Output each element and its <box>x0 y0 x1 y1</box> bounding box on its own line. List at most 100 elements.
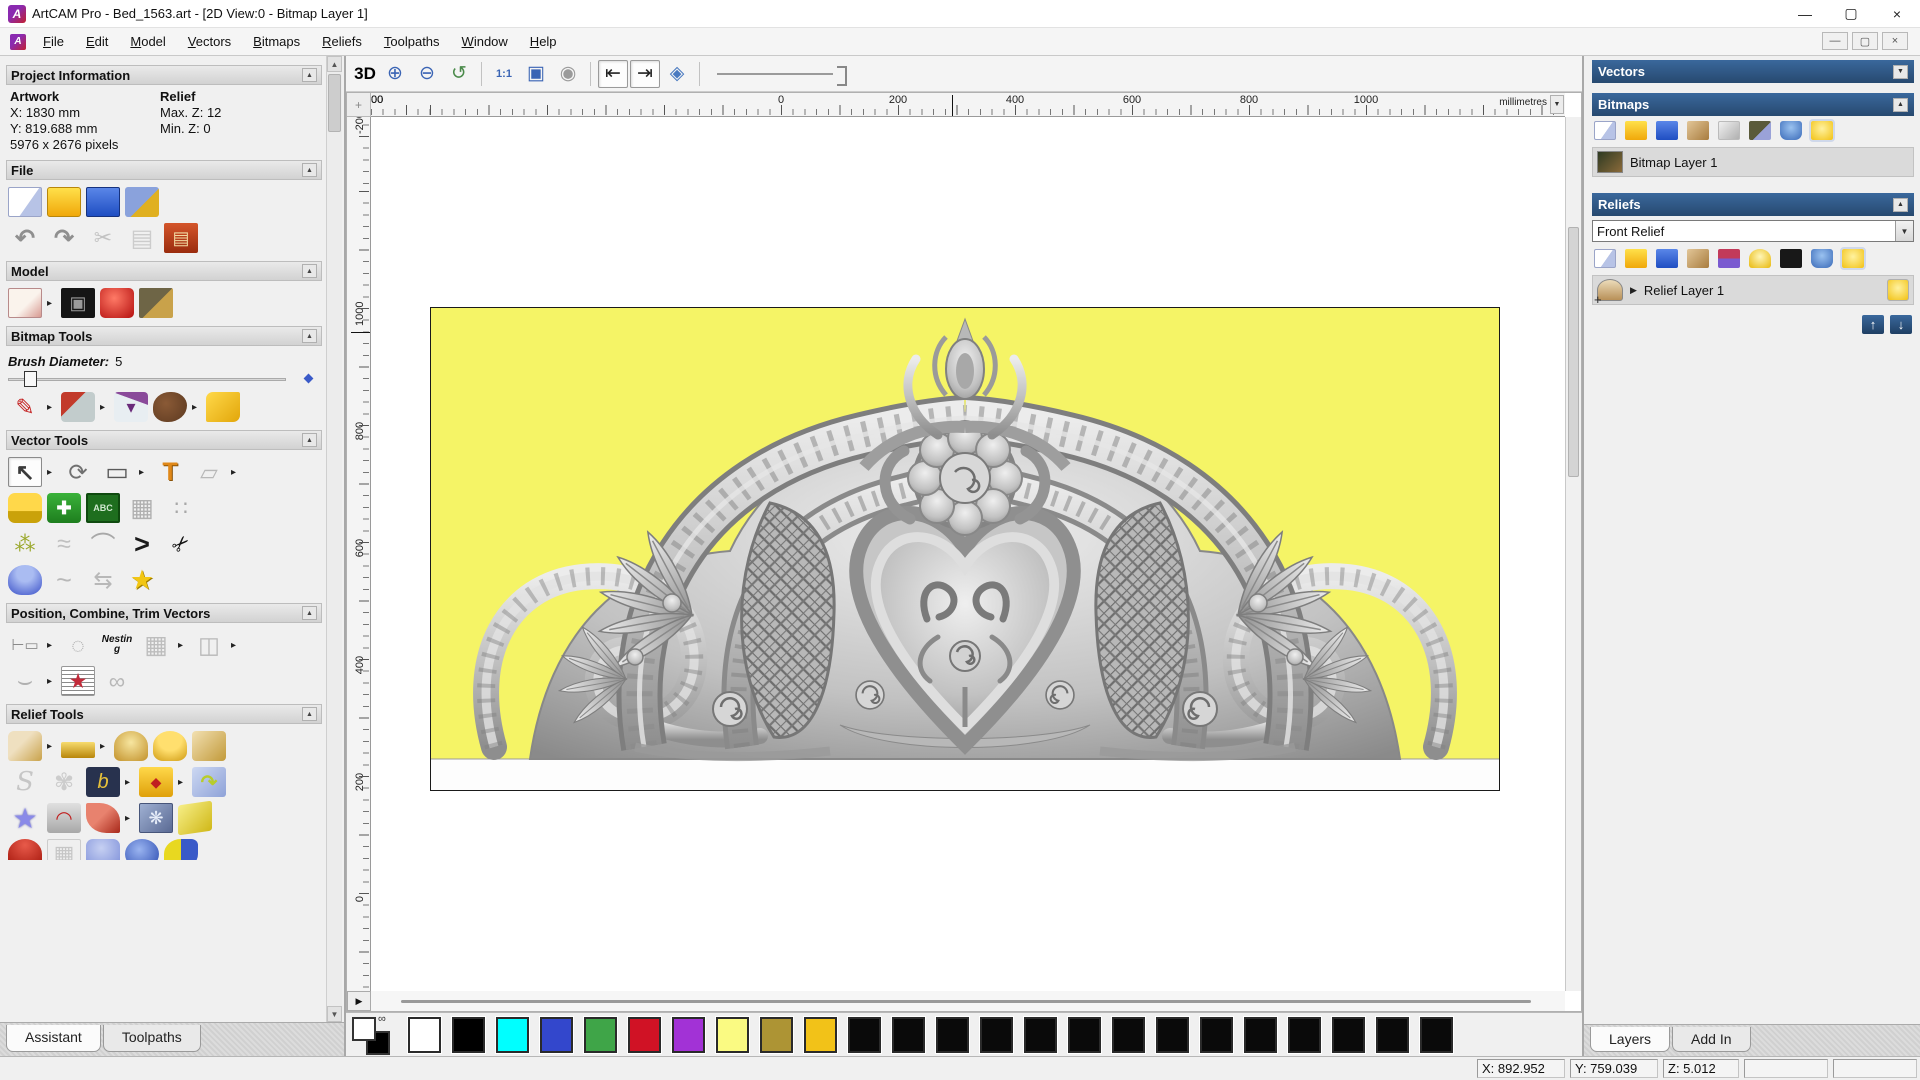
star-wizard-icon[interactable]: ★ <box>8 803 42 834</box>
vector-texture-icon[interactable]: ★ <box>61 666 95 696</box>
minimize-button[interactable]: — <box>1782 0 1828 27</box>
collapse-section-button[interactable]: ▲ <box>302 264 317 278</box>
flyout-arrow-icon[interactable]: ▸ <box>192 402 201 413</box>
paste-along-curve-icon[interactable]: ∷ <box>164 493 198 523</box>
collapse-section-button[interactable]: ▲ <box>302 68 317 82</box>
offset-relief-icon[interactable]: ◆ <box>139 767 173 797</box>
tab-assistant[interactable]: Assistant <box>6 1025 101 1052</box>
move-layer-down-button[interactable]: ↓ <box>1890 315 1912 334</box>
opacity-slider[interactable] <box>717 64 847 86</box>
swatch-black[interactable] <box>1331 1015 1366 1054</box>
flyout-arrow-icon[interactable]: ▸ <box>47 402 56 413</box>
free-polyline-icon[interactable]: ~ <box>47 565 81 595</box>
menu-edit[interactable]: Edit <box>75 30 119 53</box>
model-options-icon[interactable] <box>125 187 159 217</box>
menu-help[interactable]: Help <box>519 30 568 53</box>
copy-transform-relief-icon[interactable]: ↷ <box>192 767 226 797</box>
view-3d-button[interactable]: 3D <box>352 60 378 88</box>
collapse-section-button[interactable]: ▲ <box>302 163 317 177</box>
undo-icon[interactable]: ↶ <box>8 223 42 253</box>
ruler-options-button[interactable]: ▼ <box>1550 95 1564 114</box>
node-editing-icon[interactable]: ⁂ <box>8 529 42 559</box>
swatch-black[interactable] <box>1155 1015 1190 1054</box>
two-tone-relief-icon[interactable] <box>164 839 198 860</box>
bitmap-teddy-icon[interactable] <box>8 288 42 318</box>
new-model-icon[interactable] <box>8 187 42 217</box>
relief-combo-value[interactable]: Front Relief <box>1593 224 1895 239</box>
move-layer-up-button[interactable]: ↑ <box>1862 315 1884 334</box>
slider-thumb[interactable] <box>24 371 37 387</box>
nesting-icon[interactable]: Nesting <box>100 630 134 660</box>
swatch-black[interactable] <box>1243 1015 1278 1054</box>
open-relief-layer-icon[interactable] <box>1625 249 1647 268</box>
scale-relief-icon[interactable] <box>153 731 187 761</box>
zero-plane-icon[interactable] <box>61 741 95 758</box>
weld-vectors-icon[interactable]: ◫ <box>192 630 226 660</box>
flyout-arrow-icon[interactable]: ▸ <box>47 298 56 309</box>
add-relief-icon[interactable] <box>114 731 148 761</box>
expand-section-button[interactable]: ▼ <box>1893 64 1908 79</box>
new-bitmap-layer-icon[interactable] <box>1594 121 1616 140</box>
bitmap-layer-name[interactable]: Bitmap Layer 1 <box>1630 155 1717 170</box>
swatch-olive[interactable] <box>759 1015 794 1054</box>
swatch-purple[interactable] <box>671 1015 706 1054</box>
swatch-black[interactable] <box>1023 1015 1058 1054</box>
stack-relief-icon[interactable] <box>1718 249 1740 268</box>
vector-library-icon[interactable]: ABC <box>86 493 120 523</box>
child-close-button[interactable]: × <box>1882 32 1908 50</box>
swatch-black[interactable] <box>451 1015 486 1054</box>
create-rectangle-icon[interactable]: ▭ <box>100 457 134 487</box>
save-relief-layer-icon[interactable] <box>1656 249 1678 268</box>
align-vectors-icon[interactable]: ⊢▭ <box>8 630 42 660</box>
swatch-black[interactable] <box>1067 1015 1102 1054</box>
swatch-gold[interactable] <box>803 1015 838 1054</box>
toolbar-separator[interactable] <box>481 61 482 86</box>
swatch-blue[interactable] <box>539 1015 574 1054</box>
zoom-previous-icon[interactable]: ↺ <box>444 60 474 88</box>
flyout-arrow-icon[interactable]: ▸ <box>125 777 134 788</box>
flyout-arrow-icon[interactable]: ▸ <box>100 741 109 752</box>
slider-track[interactable] <box>8 378 286 381</box>
tab-add-in[interactable]: Add In <box>1672 1027 1751 1052</box>
zoom-in-icon[interactable]: ⊕ <box>380 60 410 88</box>
ruler-origin-button[interactable]: + <box>347 93 371 117</box>
menu-window[interactable]: Window <box>451 30 519 53</box>
block-copy-icon[interactable]: ▦ <box>139 630 173 660</box>
combo-dropdown-icon[interactable]: ▼ <box>1895 221 1913 241</box>
copy-icon[interactable]: ▤ <box>125 223 159 253</box>
text-on-curve-icon[interactable]: ◌ <box>61 630 95 660</box>
sphere-texture-icon[interactable] <box>125 839 159 860</box>
turn-relief-icon[interactable] <box>86 803 120 833</box>
flood-fill-icon[interactable] <box>61 392 95 422</box>
pane-expand-icon[interactable]: ▶ <box>347 991 371 1011</box>
open-bitmap-layer-icon[interactable] <box>1625 121 1647 140</box>
swatch-red[interactable] <box>627 1015 662 1054</box>
merge-layers-icon[interactable] <box>1718 121 1740 140</box>
create-arc-icon[interactable]: ⌒ <box>86 529 120 560</box>
paint-brush-icon[interactable]: ✎ <box>8 392 42 422</box>
close-button[interactable]: × <box>1874 0 1920 27</box>
bitmap-layer-row[interactable]: Bitmap Layer 1 <box>1592 147 1914 177</box>
delete-layer-icon[interactable] <box>1780 121 1802 140</box>
open-model-icon[interactable] <box>47 187 81 217</box>
distort-grid-icon[interactable]: ▦ <box>125 493 159 523</box>
texture-relief-icon[interactable]: ❋ <box>139 803 173 833</box>
menu-vectors[interactable]: Vectors <box>177 30 242 53</box>
flyout-arrow-icon[interactable]: ▸ <box>139 467 148 478</box>
flyout-arrow-icon[interactable]: ▸ <box>47 676 56 687</box>
relief-select-combo[interactable]: Front Relief ▼ <box>1592 220 1914 242</box>
transfer-bitmap-right-icon[interactable]: ⇥ <box>630 59 660 88</box>
weave-wizard-icon[interactable]: ✾ <box>47 767 81 797</box>
scrollbar-thumb[interactable] <box>328 74 341 132</box>
collapse-section-button[interactable]: ▲ <box>1893 97 1908 112</box>
zoom-fit-icon[interactable]: ▣ <box>521 60 551 88</box>
smooth-curve-icon[interactable]: S <box>8 767 42 797</box>
zoom-object-icon[interactable]: ◉ <box>553 60 583 88</box>
wrap-relief-icon[interactable]: ◠ <box>47 803 81 833</box>
assistant-scrollbar[interactable]: ▲ ▼ <box>326 56 342 1022</box>
flyout-arrow-icon[interactable]: ▸ <box>178 640 187 651</box>
preview-relief-icon[interactable]: ◈ <box>662 60 692 88</box>
toggle-all-visibility-icon[interactable] <box>1809 119 1835 142</box>
emboss-relief-icon[interactable] <box>8 839 42 860</box>
greyscale-relief-icon[interactable] <box>1780 249 1802 268</box>
